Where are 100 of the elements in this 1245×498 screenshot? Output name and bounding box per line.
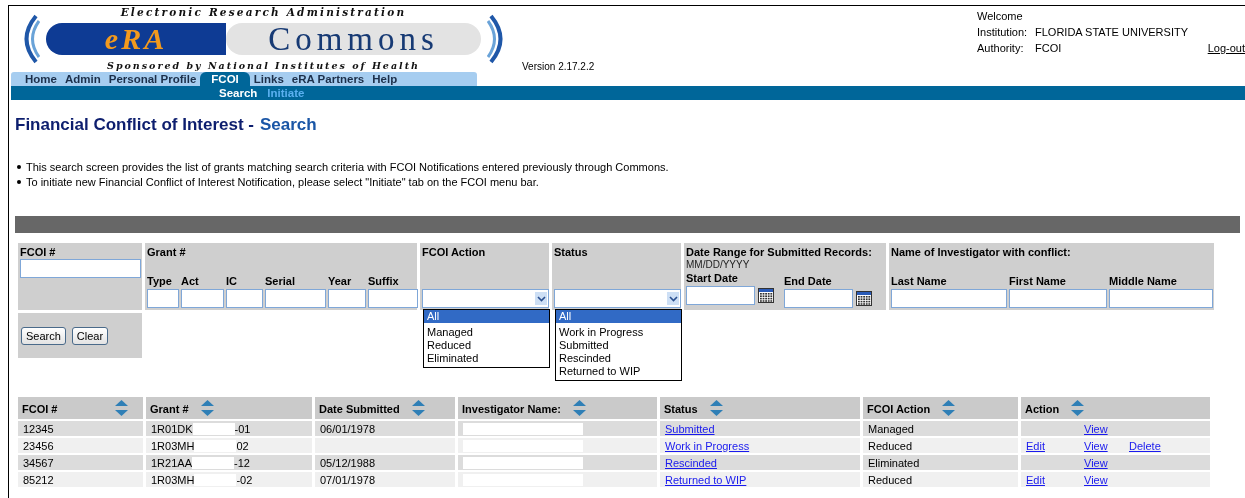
date-field[interactable] [686,286,755,305]
bullet-icon [17,164,21,169]
field-label: Status [554,246,589,259]
field-label: Middle Name [1109,274,1178,288]
table-cell: 07/01/1978 [315,472,455,487]
dropdown-option[interactable]: All [424,310,549,323]
column-header[interactable]: Status [660,397,860,419]
input-field[interactable] [368,289,418,308]
page-title: Financial Conflict of Interest - [15,115,254,135]
dropdown-option[interactable]: Eliminated [424,352,549,365]
sort-icon[interactable] [942,399,956,417]
view-link[interactable]: View [1084,439,1108,452]
column-header[interactable]: Investigator Name: [458,397,657,419]
dropdown-option[interactable]: Submitted [556,339,681,352]
status-link[interactable]: Work in Progress [665,439,750,452]
field-label: Grant # [147,246,187,259]
nav-tab[interactable]: Personal Profile [104,72,201,86]
table-cell: 1R03MH 02 [146,438,312,453]
table-cell: 1R01DK -01 [146,421,312,436]
view-link[interactable]: View [1084,422,1108,435]
calendar-icon[interactable] [758,288,774,303]
edit-link[interactable]: Edit [1026,439,1045,452]
delete-link[interactable]: Delete [1129,439,1161,452]
table-cell: Reduced [863,472,1018,487]
field-label: Name of Investigator with conflict: [891,246,1072,259]
field-label: Type [147,274,173,288]
status-link[interactable]: Submitted [665,422,715,435]
status-link[interactable]: Rescinded [665,456,717,469]
dropdown-option[interactable]: Managed [424,326,549,339]
table-cell: Reduced [863,438,1018,453]
nav-tab[interactable]: Links [249,72,288,86]
version-text: Version 2.17.2.2 [522,61,595,72]
input-field[interactable] [1009,289,1107,308]
column-header[interactable]: Grant # [146,397,312,419]
input-field[interactable] [147,289,179,308]
field-label: IC [226,274,238,288]
table-cell: 85212 [18,472,143,487]
status-link[interactable]: Returned to WIP [665,473,747,486]
column-header[interactable]: Action [1021,397,1210,419]
field-label: Institution: [977,25,1029,40]
nav-tab[interactable]: Home [21,72,61,86]
field-label: Authority: [977,41,1025,56]
column-header[interactable]: FCOI Action [863,397,1018,419]
subnav-tab[interactable]: Search [214,86,263,100]
sort-icon[interactable] [1071,399,1085,417]
column-header[interactable]: Date Submitted [315,397,455,419]
dropdown-option[interactable]: Work in Progress [556,326,681,339]
sort-icon[interactable] [200,399,214,417]
table-cell: 23456 [18,438,143,453]
view-link[interactable]: View [1084,456,1108,469]
dropdown-option[interactable]: Returned to WIP [556,365,681,378]
format-hint: MM/DD/YYYY [686,259,751,270]
input-field[interactable] [1109,289,1213,308]
field-value: FLORIDA STATE UNIVERSITY [1035,25,1188,40]
instruction-text: This search screen provides the list of grants matching search criteria with FCOI Notifications entered previously through Commons. [26,160,669,173]
field-label: Suffix [368,274,400,288]
input-field[interactable] [328,289,366,308]
field-label: Date Range for Submitted Records: [686,246,873,259]
table-cell: 34567 [18,455,143,470]
dropdown-arrow-icon[interactable] [535,292,547,305]
logo-name: Commons [226,23,481,55]
view-link[interactable]: View [1084,473,1108,486]
field-label: End Date [784,274,833,288]
page-subtitle: Search [259,115,317,135]
field-label: FCOI Action [422,246,487,259]
sort-icon[interactable] [411,399,425,417]
dropdown-option[interactable]: All [556,310,681,323]
dropdown-option[interactable]: Reduced [424,339,549,352]
table-cell: 06/01/1978 [315,421,455,436]
nav-tab[interactable]: Help [368,72,402,86]
table-cell: 05/12/1988 [315,455,455,470]
table-cell: Managed [863,421,1018,436]
nav-tab[interactable]: FCOI [200,72,250,86]
dropdown-arrow-icon[interactable] [667,292,679,305]
dropdown-option[interactable]: Rescinded [556,352,681,365]
nav-tab[interactable]: eRA Partners [287,72,369,86]
input-field[interactable] [891,289,1007,308]
sort-icon[interactable] [709,399,723,417]
welcome-text: Welcome [977,9,1024,24]
table-cell: Eliminated [863,455,1018,470]
form-button[interactable]: Search [21,327,66,345]
form-button[interactable]: Clear [71,327,109,345]
table-cell: 1R03MH -02 [146,472,312,487]
logout-link[interactable]: Log-out [1207,40,1245,56]
edit-link[interactable]: Edit [1026,473,1045,486]
input-field[interactable] [181,289,224,308]
column-header[interactable]: FCOI # [18,397,143,419]
field-label: Act [181,274,200,288]
bullet-icon [17,179,21,184]
sort-icon[interactable] [573,399,587,417]
field-label: Start Date [686,271,739,285]
field-label: Year [328,274,353,288]
input-field[interactable] [20,259,141,278]
logo-tagline: Electronic Research Administration [120,6,407,18]
input-field[interactable] [226,289,263,308]
sort-icon[interactable] [115,399,129,417]
date-field[interactable] [784,289,853,308]
calendar-icon[interactable] [856,291,872,306]
input-field[interactable] [265,289,326,308]
nav-tab[interactable]: Admin [60,72,105,86]
